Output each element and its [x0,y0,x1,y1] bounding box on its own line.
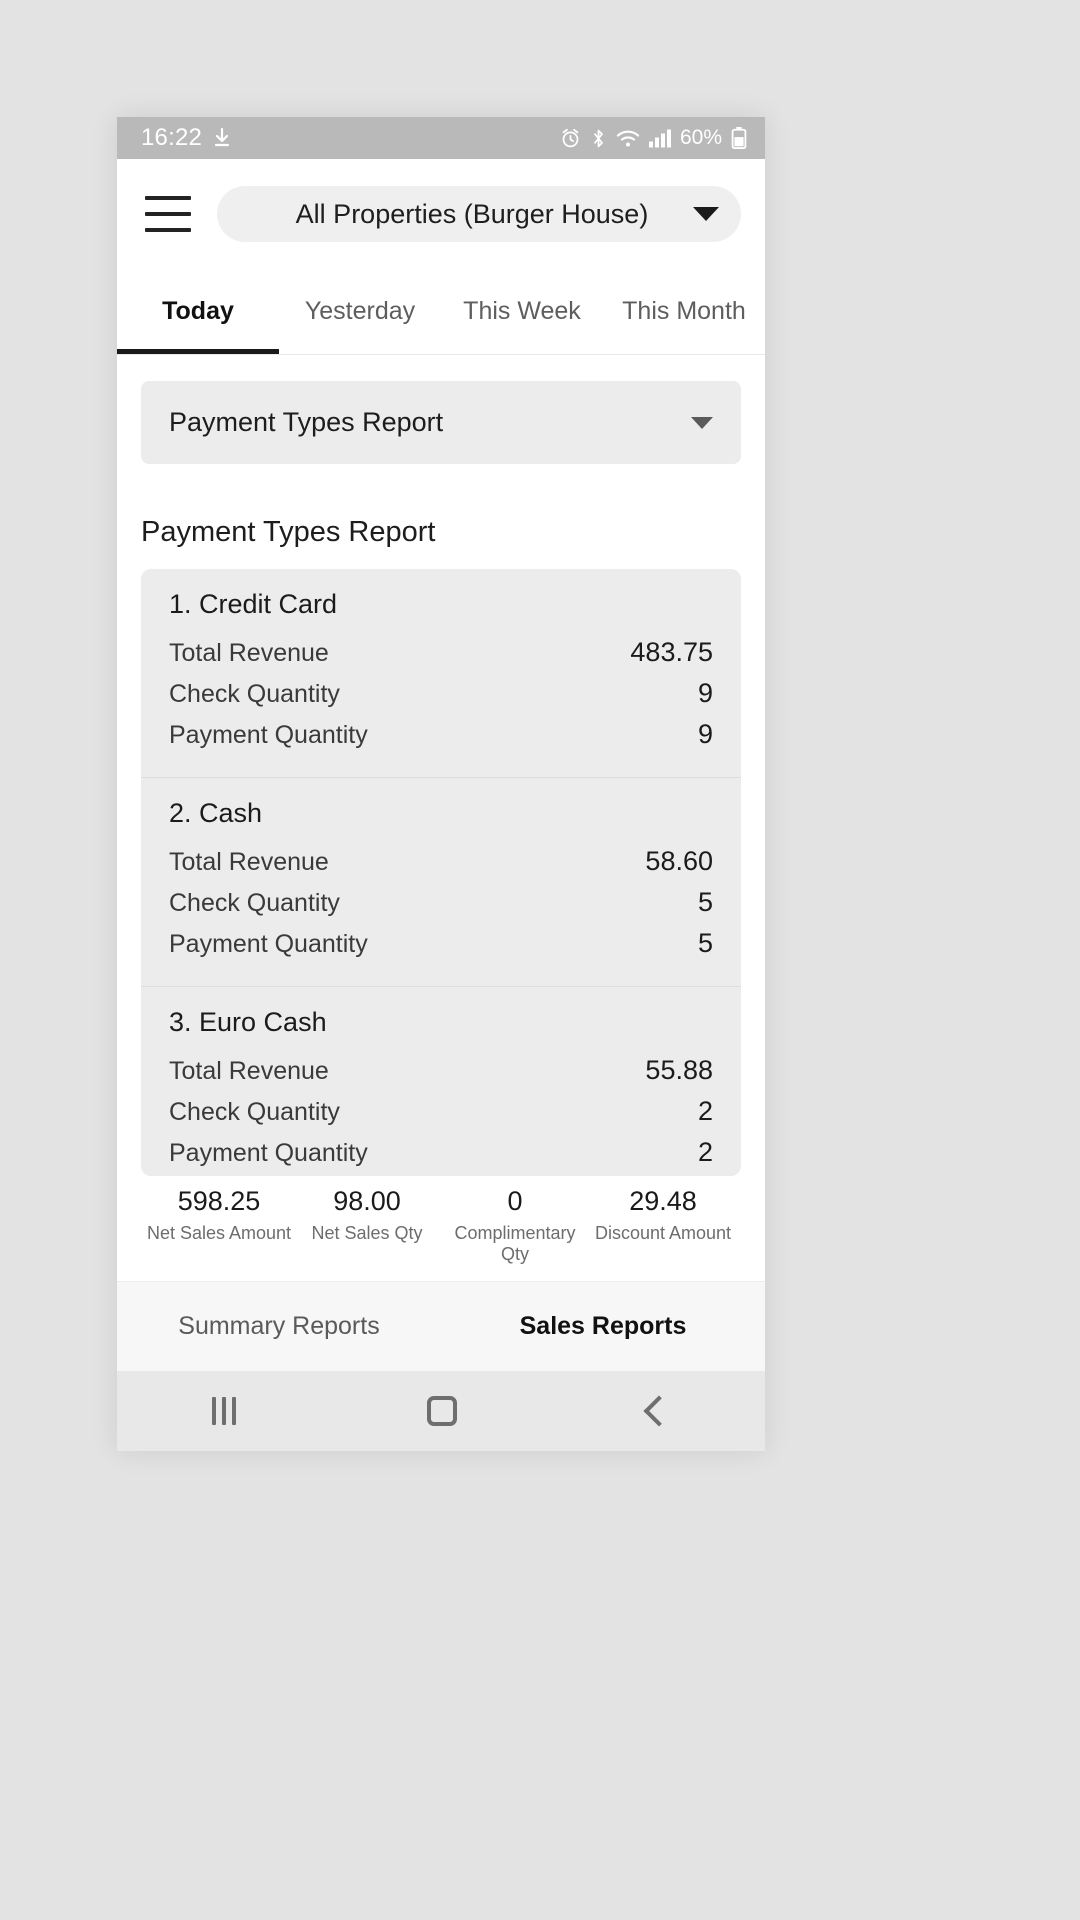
tab-this-week[interactable]: This Week [441,269,603,354]
signal-bars-icon [648,129,671,148]
summary-value: 598.25 [177,1186,261,1216]
row-label: Total Revenue [169,848,329,877]
battery-icon [731,127,747,149]
payment-types-list: 1. Credit Card Total Revenue 483.75 Chec… [141,569,741,1176]
row-value: 58.60 [645,846,713,877]
payment-type-title: 2. Cash [169,798,263,829]
summary-discount-amount: 29.48 Discount Amount [589,1186,737,1265]
row-label: Total Revenue [169,1057,329,1086]
page-title: Payment Types Report [141,516,436,549]
wifi-icon [616,129,640,148]
row-label: Payment Quantity [169,1139,368,1168]
row-value: 5 [697,887,713,918]
phone-screen: 16:22 60% All Properties (Burger House) … [117,117,765,1451]
bottom-tab-summary-reports[interactable]: Summary Reports [117,1282,441,1371]
report-type-dropdown[interactable]: Payment Types Report [141,381,741,465]
tab-label: Yesterday [304,297,416,325]
summary-label: Complimentary Qty [454,1223,576,1264]
android-nav-bar [117,1371,765,1451]
row-label: Payment Quantity [169,930,368,959]
list-item[interactable]: 3. Euro Cash Total Revenue 55.88 Check Q… [141,987,741,1176]
tab-label: Today [162,297,234,325]
tab-this-month[interactable]: This Month [603,269,765,354]
bottom-tab-label: Sales Reports [519,1312,687,1340]
row-value: 2 [697,1096,713,1127]
app-bar: All Properties (Burger House) [117,159,765,269]
screenshot-root: 16:22 60% All Properties (Burger House) … [0,0,1080,1920]
battery-percent-label: 60% [679,126,722,149]
property-selector[interactable]: All Properties (Burger House) [217,186,741,242]
row-label: Check Quantity [169,889,340,918]
tab-yesterday[interactable]: Yesterday [279,269,441,354]
row-value: 483.75 [630,637,713,668]
status-bar-right: 60% [560,126,747,150]
status-bar-clock: 16:22 [141,124,203,151]
property-selector-label: All Properties (Burger House) [295,198,649,229]
summary-label: Discount Amount [594,1223,732,1243]
tab-label: This Week [463,297,581,325]
table-row: Payment Quantity 9 [169,714,713,755]
status-bar-left: 16:22 [141,124,232,152]
bottom-tab-bar: Summary Reports Sales Reports [117,1281,765,1371]
summary-net-sales-amount: 598.25 Net Sales Amount [145,1186,293,1265]
row-label: Check Quantity [169,1098,340,1127]
payment-type-title: 1. Credit Card [169,589,338,620]
back-icon[interactable] [643,1395,675,1427]
hamburger-menu-icon[interactable] [145,196,191,232]
bottom-tab-label: Summary Reports [178,1312,380,1340]
alarm-icon [560,128,581,149]
payment-type-title: 3. Euro Cash [169,1007,327,1038]
table-row: Total Revenue 58.60 [169,841,713,882]
tab-today[interactable]: Today [117,269,279,354]
summary-label: Net Sales Amount [146,1223,292,1243]
table-row: Payment Quantity 5 [169,923,713,964]
table-row: Check Quantity 5 [169,882,713,923]
download-icon [212,127,232,149]
summary-value: 0 [507,1186,523,1216]
chevron-down-icon [693,207,719,221]
row-value: 55.88 [645,1055,713,1086]
summary-label: Net Sales Qty [311,1223,423,1243]
report-type-value: Payment Types Report [169,407,444,438]
summary-net-sales-qty: 98.00 Net Sales Qty [293,1186,441,1265]
status-bar: 16:22 60% [117,117,765,159]
row-value: 9 [697,678,713,709]
row-label: Check Quantity [169,680,340,709]
table-row: Total Revenue 55.88 [169,1050,713,1091]
row-value: 5 [697,928,713,959]
row-label: Total Revenue [169,639,329,668]
bluetooth-icon [590,128,607,149]
bottom-tab-sales-reports[interactable]: Sales Reports [441,1282,765,1371]
report-content: Payment Types Report Payment Types Repor… [117,355,765,1281]
summary-complimentary-qty: 0 Complimentary Qty [441,1186,589,1265]
list-item[interactable]: 2. Cash Total Revenue 58.60 Check Quanti… [141,778,741,988]
table-row: Total Revenue 483.75 [169,632,713,673]
summary-value: 29.48 [629,1186,697,1216]
chevron-down-icon [691,416,713,429]
period-tabs: Today Yesterday This Week This Month [117,269,765,355]
row-value: 9 [697,719,713,750]
summary-strip: 598.25 Net Sales Amount 98.00 Net Sales … [135,1176,747,1281]
table-row: Check Quantity 9 [169,673,713,714]
row-label: Payment Quantity [169,721,368,750]
table-row: Payment Quantity 2 [169,1132,713,1173]
recents-icon[interactable] [212,1397,237,1425]
list-item[interactable]: 1. Credit Card Total Revenue 483.75 Chec… [141,569,741,779]
table-row: Check Quantity 2 [169,1091,713,1132]
row-value: 2 [697,1137,713,1168]
home-icon[interactable] [426,1396,457,1426]
summary-value: 98.00 [333,1186,401,1216]
tab-label: This Month [622,297,746,325]
